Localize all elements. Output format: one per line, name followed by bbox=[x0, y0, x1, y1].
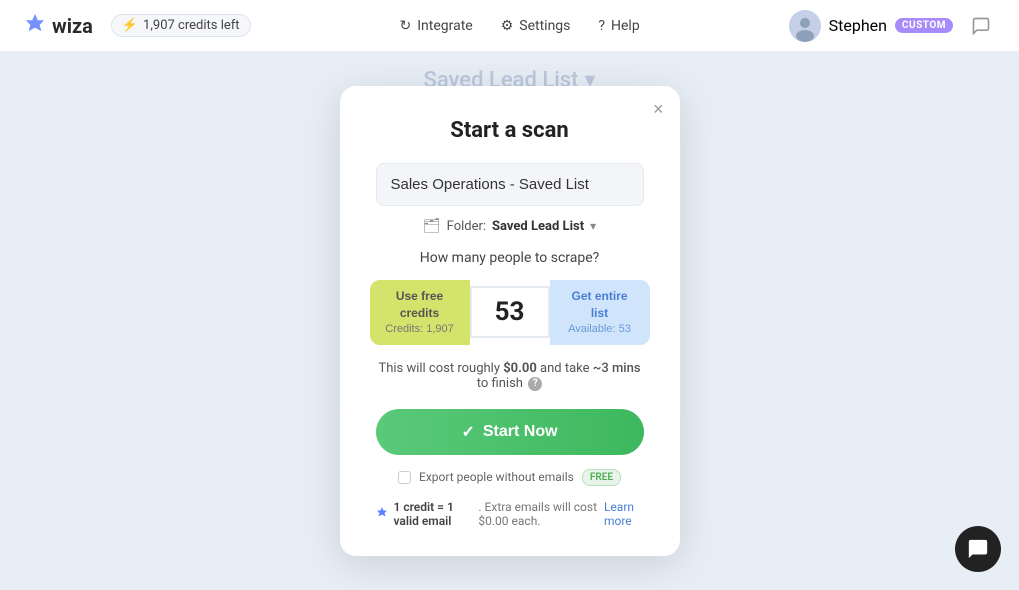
learn-more-link[interactable]: Learn more bbox=[604, 500, 644, 528]
folder-label: Folder: bbox=[447, 219, 486, 234]
use-free-credits-label: Use free credits bbox=[384, 288, 456, 322]
scrape-count: 53 bbox=[495, 297, 525, 327]
folder-name: Saved Lead List bbox=[492, 219, 584, 234]
user-info[interactable]: Stephen CUSTOM bbox=[789, 10, 953, 42]
help-label: Help bbox=[611, 18, 640, 34]
nav-settings[interactable]: ⚙ Settings bbox=[501, 18, 571, 34]
navbar-right: Stephen CUSTOM bbox=[789, 10, 995, 42]
nav-integrate[interactable]: ↻ Integrate bbox=[399, 18, 472, 34]
get-entire-list-button[interactable]: Get entire list Available: 53 bbox=[550, 280, 650, 345]
folder-row: 🗂 Folder: Saved Lead List ▾ bbox=[376, 218, 644, 234]
page-content: Saved Lead List ▾ Let's get started! Exp… bbox=[0, 52, 1019, 590]
use-free-credits-button[interactable]: Use free credits Credits: 1,907 bbox=[370, 280, 470, 345]
custom-badge: CUSTOM bbox=[895, 18, 953, 33]
cost-info: This will cost roughly $0.00 and take ~3… bbox=[376, 361, 644, 391]
start-btn-label: Start Now bbox=[483, 423, 558, 441]
settings-icon: ⚙ bbox=[501, 18, 514, 34]
credit-info-suffix: . Extra emails will cost $0.00 each. bbox=[478, 500, 598, 528]
navbar: wiza ⚡ 1,907 credits left ↻ Integrate ⚙ … bbox=[0, 0, 1019, 52]
wiza-logo-text: wiza bbox=[52, 14, 93, 38]
cost-take: and take bbox=[537, 361, 593, 376]
checkmark-icon: ✓ bbox=[461, 422, 474, 442]
wiza-logo-icon bbox=[24, 12, 46, 39]
count-display: 53 bbox=[470, 286, 550, 338]
navbar-left: wiza ⚡ 1,907 credits left bbox=[24, 12, 251, 39]
message-icon[interactable] bbox=[967, 12, 995, 40]
credits-sub: Credits: 1,907 bbox=[385, 322, 453, 337]
folder-chevron-icon[interactable]: ▾ bbox=[590, 219, 596, 233]
cost-suffix: to finish bbox=[477, 376, 523, 391]
settings-label: Settings bbox=[519, 18, 570, 34]
cost-time: ~3 mins bbox=[593, 361, 641, 376]
scan-modal: × Start a scan 🗂 Folder: Saved Lead List… bbox=[340, 86, 680, 556]
user-name: Stephen bbox=[829, 16, 887, 35]
credits-label: 1,907 credits left bbox=[143, 18, 240, 33]
wiza-logo[interactable]: wiza bbox=[24, 12, 93, 39]
get-entire-label: Get entire list bbox=[564, 288, 636, 322]
cost-price: $0.00 bbox=[503, 361, 537, 376]
integrate-label: Integrate bbox=[417, 18, 473, 34]
available-sub: Available: 53 bbox=[568, 322, 631, 337]
wiza-mini-icon bbox=[376, 506, 388, 521]
cost-text: This will cost roughly bbox=[378, 361, 503, 376]
close-button[interactable]: × bbox=[653, 100, 664, 118]
credit-info: 1 credit = 1 valid email . Extra emails … bbox=[376, 500, 644, 528]
credits-badge[interactable]: ⚡ 1,907 credits left bbox=[111, 14, 251, 37]
modal-title: Start a scan bbox=[376, 118, 644, 143]
export-row: Export people without emails FREE bbox=[376, 469, 644, 486]
avatar bbox=[789, 10, 821, 42]
help-icon: ? bbox=[598, 18, 605, 34]
integrate-icon: ↻ bbox=[399, 18, 411, 34]
export-checkbox[interactable] bbox=[398, 471, 411, 484]
credit-info-prefix: 1 credit = 1 valid email bbox=[394, 500, 473, 528]
start-now-button[interactable]: ✓ Start Now bbox=[376, 409, 644, 455]
nav-help[interactable]: ? Help bbox=[598, 18, 639, 34]
modal-overlay: × Start a scan 🗂 Folder: Saved Lead List… bbox=[0, 52, 1019, 590]
export-label: Export people without emails bbox=[419, 470, 574, 484]
folder-icon: 🗂 bbox=[423, 218, 441, 234]
free-tag: FREE bbox=[582, 469, 621, 486]
scan-name-input[interactable] bbox=[376, 163, 644, 206]
info-icon[interactable]: ? bbox=[528, 377, 542, 391]
navbar-center: ↻ Integrate ⚙ Settings ? Help bbox=[399, 18, 639, 34]
bolt-icon: ⚡ bbox=[122, 18, 138, 33]
chat-bubble[interactable] bbox=[955, 526, 1001, 572]
how-many-label: How many people to scrape? bbox=[376, 250, 644, 266]
scrape-options: Use free credits Credits: 1,907 53 Get e… bbox=[376, 280, 644, 345]
